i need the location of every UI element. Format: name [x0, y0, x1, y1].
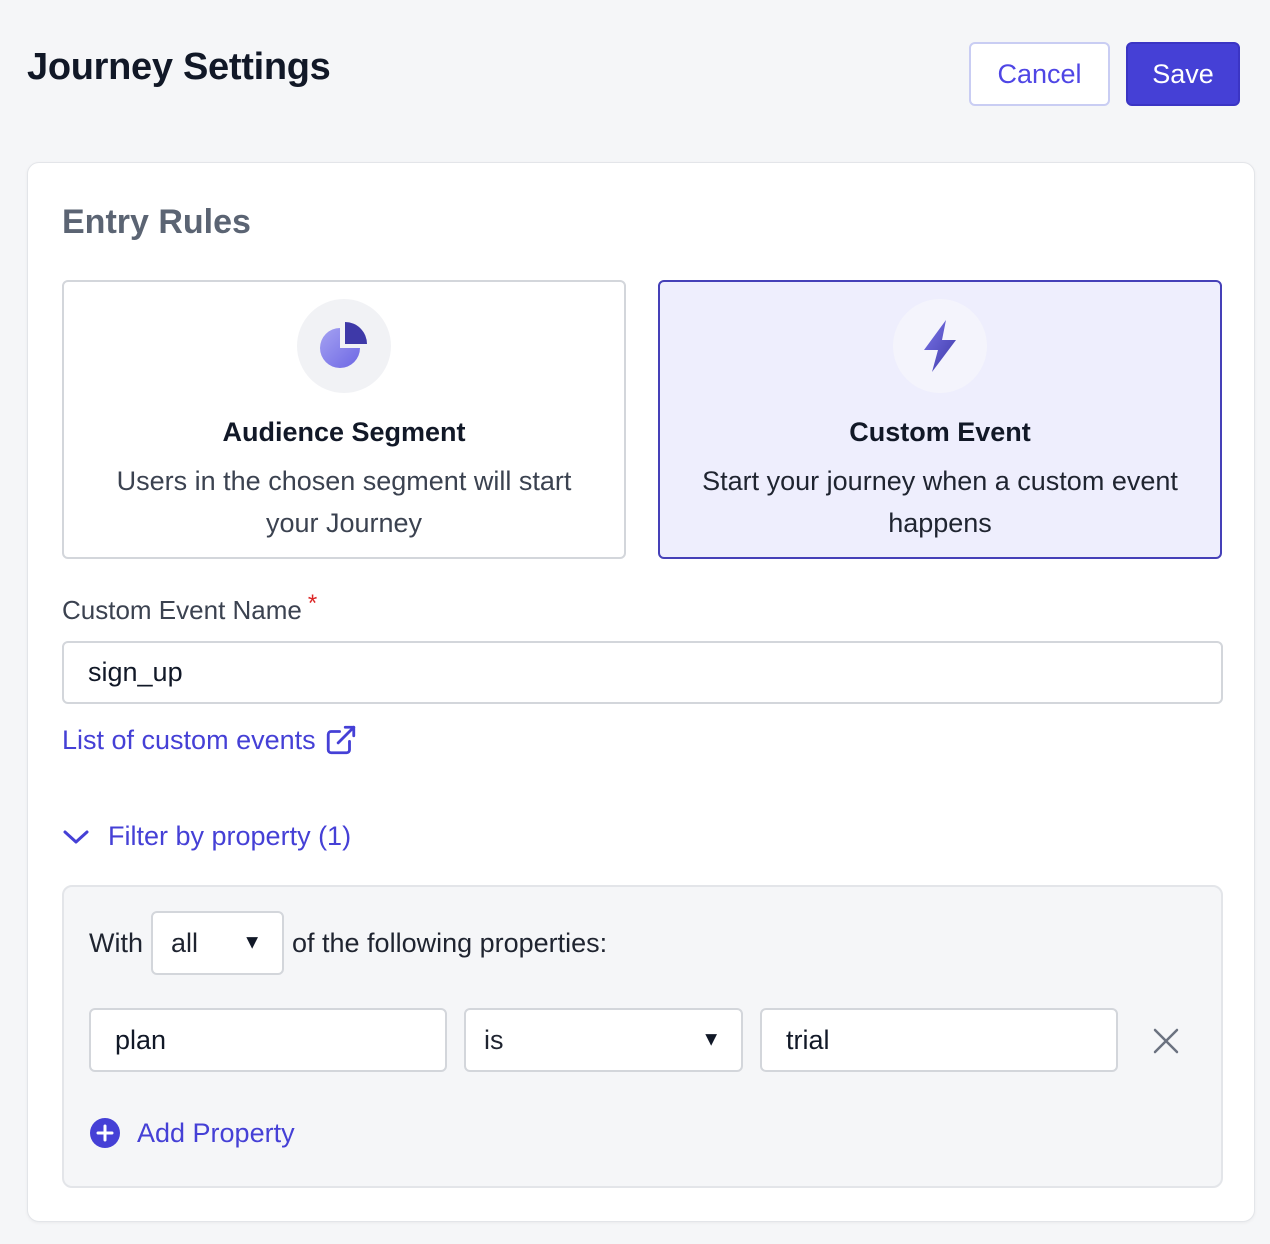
- custom-events-list-link[interactable]: List of custom events: [62, 723, 358, 757]
- filter-by-property-toggle[interactable]: Filter by property (1): [62, 821, 351, 852]
- filter-panel: With all ▼ of the following properties: …: [62, 885, 1223, 1188]
- pie-chart-icon: [297, 299, 391, 393]
- operator-value: is: [484, 1024, 504, 1055]
- filter-toggle-label: Filter by property (1): [108, 821, 352, 851]
- caret-down-icon: ▼: [701, 1028, 721, 1051]
- entry-rules-card: Entry Rules Audience Segment Users in th…: [27, 162, 1255, 1222]
- property-key-input[interactable]: [89, 1008, 447, 1072]
- close-icon: [1153, 1028, 1179, 1054]
- link-label: List of custom events: [62, 724, 316, 755]
- option-description: Users in the chosen segment will start y…: [116, 466, 572, 538]
- add-property-button[interactable]: Add Property: [89, 1117, 295, 1149]
- chevron-down-icon: [63, 830, 89, 843]
- option-title: Audience Segment: [222, 417, 466, 447]
- match-select-value: all: [171, 927, 199, 958]
- page-title: Journey Settings: [27, 46, 331, 88]
- custom-event-option[interactable]: Custom Event Start your journey when a c…: [658, 280, 1222, 559]
- event-name-input[interactable]: [62, 641, 1223, 704]
- audience-segment-option[interactable]: Audience Segment Users in the chosen seg…: [62, 280, 626, 559]
- property-operator-select[interactable]: is ▼: [464, 1008, 743, 1072]
- remove-property-button[interactable]: [1146, 1021, 1186, 1061]
- lightning-bolt-icon: [893, 299, 987, 393]
- section-title: Entry Rules: [62, 203, 251, 241]
- cancel-button[interactable]: Cancel: [969, 42, 1110, 106]
- save-button[interactable]: Save: [1126, 42, 1240, 106]
- match-row: With all ▼ of the following properties:: [89, 911, 607, 975]
- journey-settings-page: Journey Settings Cancel Save Entry Rules…: [0, 0, 1270, 1244]
- with-label: With: [89, 927, 143, 958]
- property-value-input[interactable]: [760, 1008, 1118, 1072]
- add-property-label: Add Property: [137, 1117, 295, 1148]
- required-indicator: *: [307, 590, 318, 617]
- external-link-icon: [326, 725, 355, 755]
- event-name-label-text: Custom Event Name: [62, 595, 302, 625]
- match-select[interactable]: all ▼: [151, 911, 284, 975]
- plus-circle-icon: [90, 1118, 120, 1148]
- event-name-label: Custom Event Name *: [62, 590, 317, 626]
- following-label: of the following properties:: [292, 927, 608, 958]
- option-description: Start your journey when a custom event h…: [702, 466, 1178, 538]
- caret-down-icon: ▼: [242, 931, 262, 954]
- option-title: Custom Event: [849, 417, 1031, 447]
